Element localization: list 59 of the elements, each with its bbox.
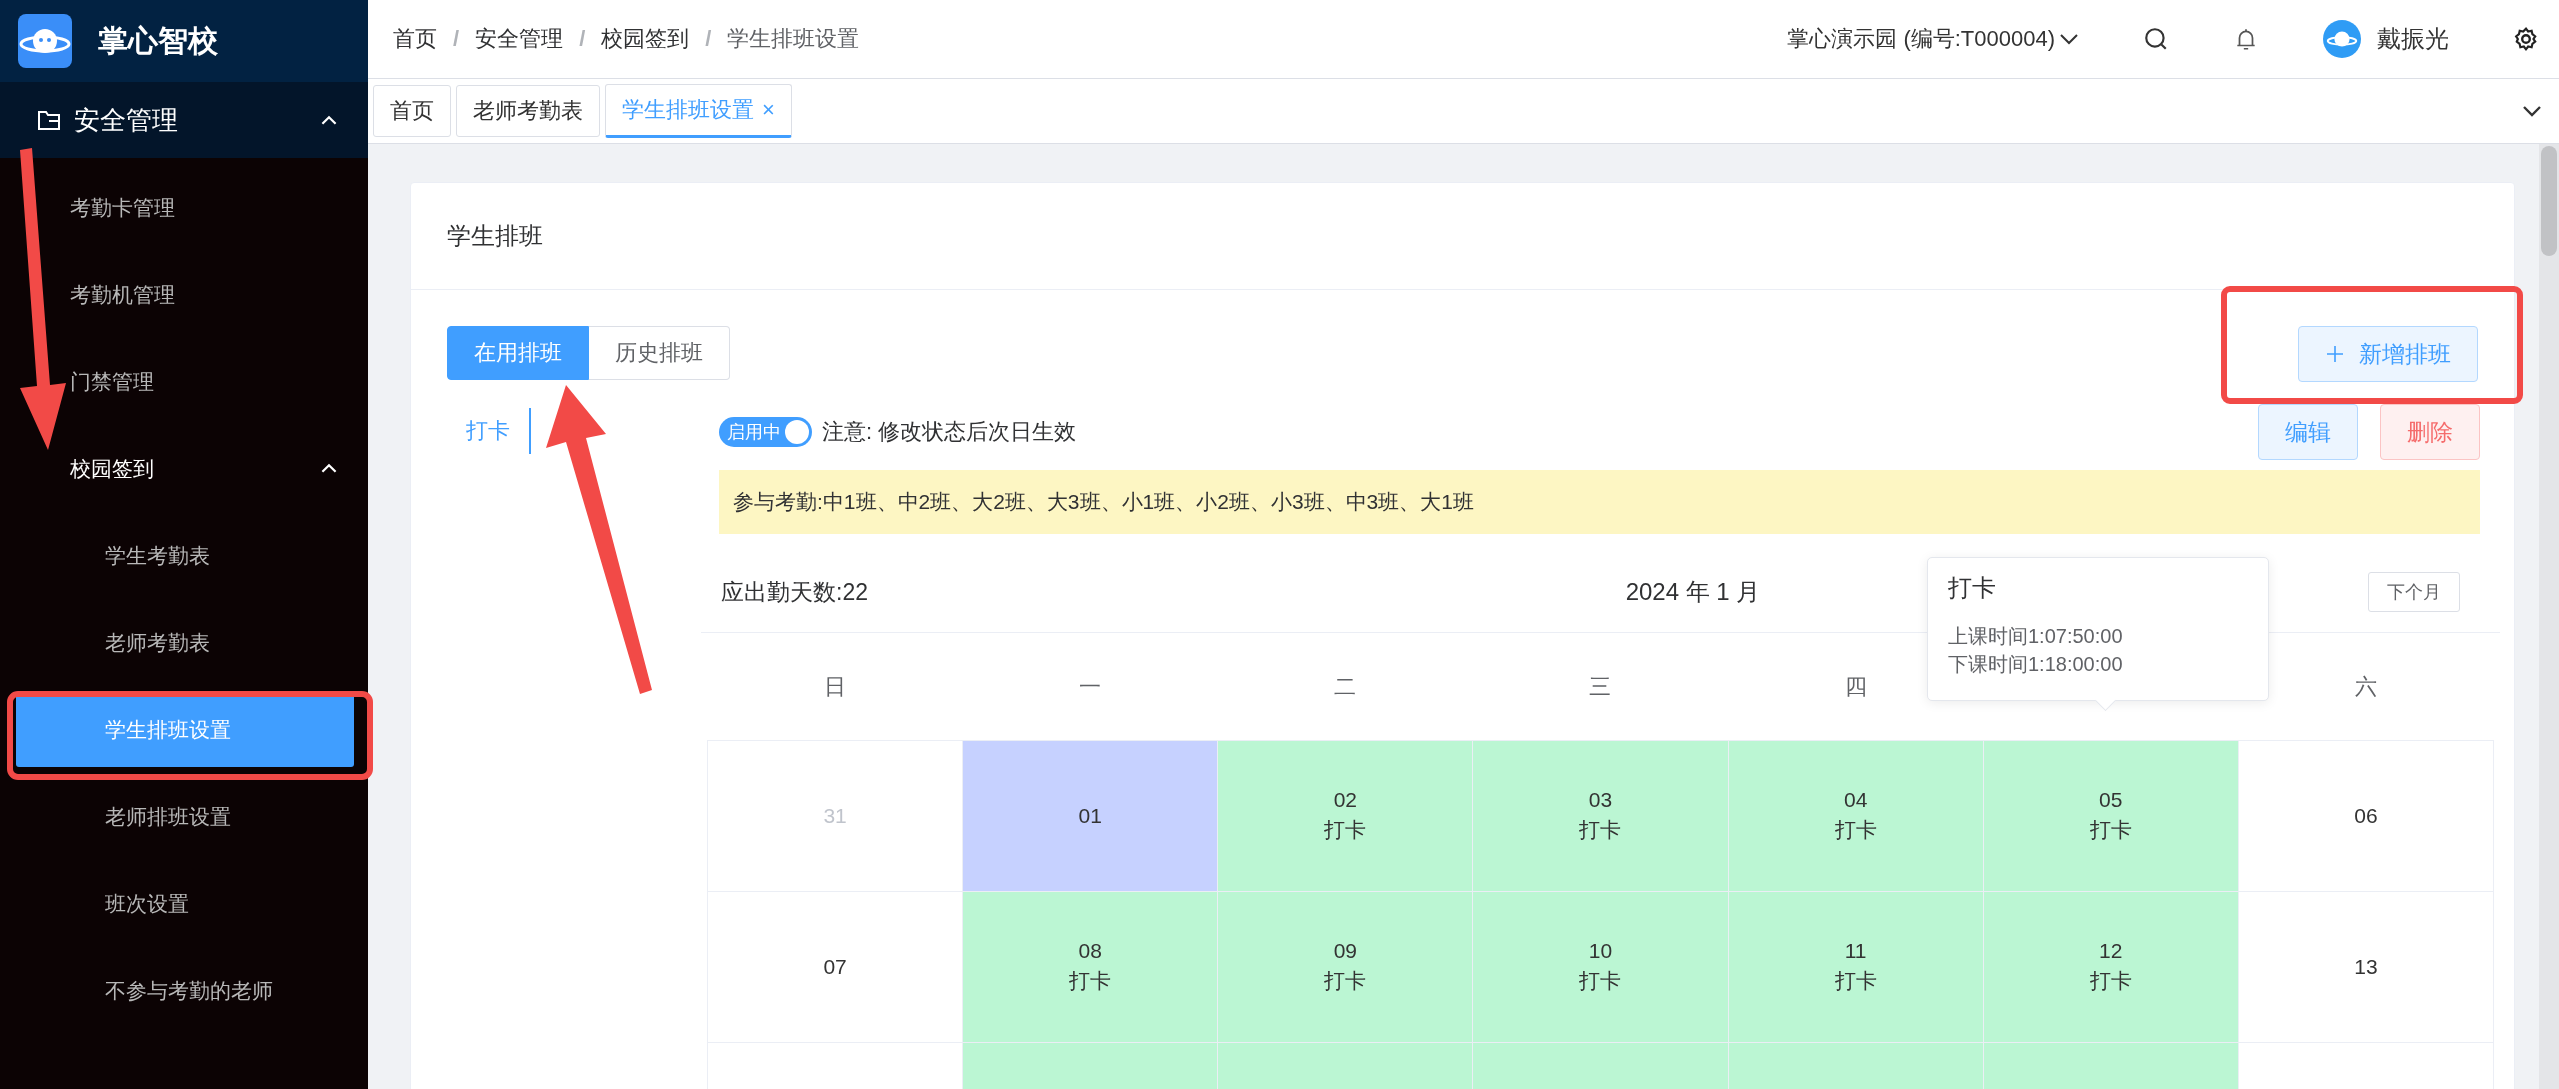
chevron-down-icon[interactable] [2059, 33, 2079, 45]
sidebar-item[interactable]: 班次设置 [0, 860, 368, 947]
breadcrumb-separator: / [579, 26, 586, 52]
breadcrumb-link[interactable]: 学生排班设置 [727, 24, 860, 54]
calendar-day[interactable]: 12 打卡 [1983, 892, 2239, 1043]
sidebar-item[interactable]: 考勤卡管理 [0, 164, 368, 251]
app-name: 掌心智校 [98, 22, 218, 59]
sidebar-item[interactable]: 学生考勤表 [0, 512, 368, 599]
calendar-day[interactable]: 03 打卡 [1473, 741, 1729, 892]
calendar-day[interactable]: 04 打卡 [1728, 741, 1984, 892]
next-month-button[interactable]: 下个月 [2368, 572, 2460, 612]
tooltip-line: 上课时间1:07:50:00 [1948, 624, 2124, 649]
tooltip-line: 下课时间1:18:00:00 [1948, 652, 2124, 677]
plus-icon [2325, 344, 2345, 364]
page-tab[interactable]: 老师考勤表 [456, 85, 600, 137]
segment-tab[interactable]: 历史排班 [589, 326, 730, 380]
sidebar-item[interactable]: 校园签到 [0, 425, 368, 512]
page-tab[interactable]: 首页 [373, 85, 451, 137]
calendar-day[interactable]: 08 打卡 [963, 892, 1219, 1043]
user-name[interactable]: 戴振光 [2377, 23, 2449, 55]
sidebar-item[interactable]: 老师排班设置 [0, 773, 368, 860]
logo-icon [18, 14, 72, 68]
calendar-day[interactable]: 02 打卡 [1218, 741, 1474, 892]
scrollbar[interactable] [2539, 144, 2559, 1089]
sidebar-item[interactable]: 考勤机管理 [0, 251, 368, 338]
sidebar-item[interactable]: 门禁管理 [0, 338, 368, 425]
weekday-label: 一 [1077, 672, 1102, 701]
sidebar-item[interactable]: 不参与考勤的老师 [0, 947, 368, 1034]
weekday-label: 六 [2354, 672, 2379, 701]
org-selector[interactable]: 掌心演示园 (编号:T000004) [1787, 24, 2055, 54]
search-icon[interactable] [2143, 26, 2169, 52]
weekday-label: 日 [822, 672, 847, 701]
breadcrumb-link[interactable]: 安全管理 [475, 24, 564, 54]
sidebar-section[interactable]: 安全管理 [0, 82, 368, 158]
weekday-label: 四 [1843, 672, 1868, 701]
chevron-down-icon[interactable] [2522, 105, 2542, 117]
calendar-day[interactable]: 09 打卡 [1218, 892, 1474, 1043]
breadcrumb-separator: / [705, 26, 712, 52]
calendar-day[interactable]: 01 [963, 741, 1219, 892]
breadcrumb-link[interactable]: 校园签到 [601, 24, 690, 54]
weekday-label: 三 [1588, 672, 1613, 701]
calendar-day[interactable]: 13 [2238, 892, 2494, 1043]
calendar-day[interactable]: 06 [2238, 741, 2494, 892]
required-days: 应出勤天数:22 [721, 576, 868, 608]
breadcrumb-separator: / [453, 26, 460, 52]
breadcrumb-link[interactable]: 首页 [393, 24, 437, 54]
settings-icon[interactable] [2513, 26, 2539, 52]
status-note: 注意: 修改状态后次日生效 [822, 418, 1077, 446]
weekday-label: 二 [1333, 672, 1358, 701]
calendar-day[interactable]: 05 打卡 [1983, 741, 2239, 892]
tooltip-title: 打卡 [1948, 573, 1997, 603]
card-title: 学生排班 [411, 183, 2514, 290]
calendar-day[interactable]: 11 打卡 [1728, 892, 1984, 1043]
folder-icon [36, 109, 62, 131]
calendar-day[interactable]: 10 打卡 [1473, 892, 1729, 1043]
sidebar-item[interactable]: 老师考勤表 [0, 599, 368, 686]
class-list-notice: 参与考勤:中1班、中2班、大2班、大3班、小1班、小2班、小3班、中3班、大1班 [719, 470, 2480, 534]
avatar-icon[interactable] [2323, 20, 2361, 58]
calendar-month: 2024 年 1 月 [1625, 577, 1761, 607]
